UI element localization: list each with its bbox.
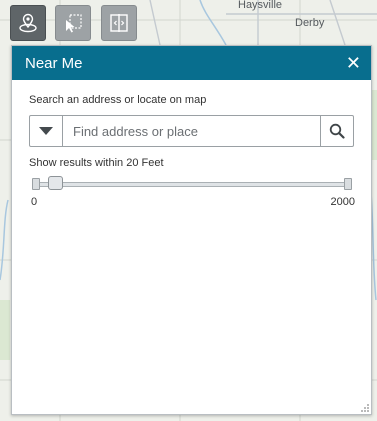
map-label-haysville: Haysville bbox=[238, 0, 283, 11]
swipe-widget-button[interactable] bbox=[101, 5, 137, 41]
panel-title: Near Me bbox=[25, 54, 83, 72]
select-icon bbox=[66, 14, 82, 33]
caret-down-icon bbox=[39, 127, 53, 135]
panel-header: Near Me ✕ bbox=[12, 46, 371, 80]
swipe-icon bbox=[110, 14, 128, 32]
slider-min-label: 0 bbox=[31, 196, 38, 208]
slider-max-cap bbox=[344, 178, 352, 190]
radius-slider[interactable] bbox=[32, 176, 352, 191]
close-button[interactable]: ✕ bbox=[346, 54, 361, 72]
resize-grip-icon[interactable] bbox=[361, 404, 369, 412]
search-icon bbox=[329, 123, 345, 139]
map-label-derby: Derby bbox=[295, 17, 325, 29]
search-instructions: Search an address or locate on map bbox=[29, 94, 207, 106]
search-box bbox=[29, 115, 354, 147]
search-input[interactable] bbox=[63, 116, 320, 146]
near-me-icon bbox=[19, 13, 37, 33]
select-widget-button[interactable] bbox=[55, 5, 91, 41]
search-button[interactable] bbox=[320, 116, 353, 146]
search-source-dropdown[interactable] bbox=[30, 116, 63, 146]
slider-min-cap bbox=[32, 178, 40, 190]
near-me-widget-button[interactable] bbox=[10, 5, 46, 41]
slider-handle[interactable] bbox=[47, 176, 63, 190]
slider-track[interactable] bbox=[38, 182, 346, 187]
radius-label: Show results within 20 Feet bbox=[29, 157, 164, 169]
slider-max-label: 2000 bbox=[330, 196, 355, 208]
near-me-panel: Near Me ✕ Search an address or locate on… bbox=[11, 45, 372, 415]
